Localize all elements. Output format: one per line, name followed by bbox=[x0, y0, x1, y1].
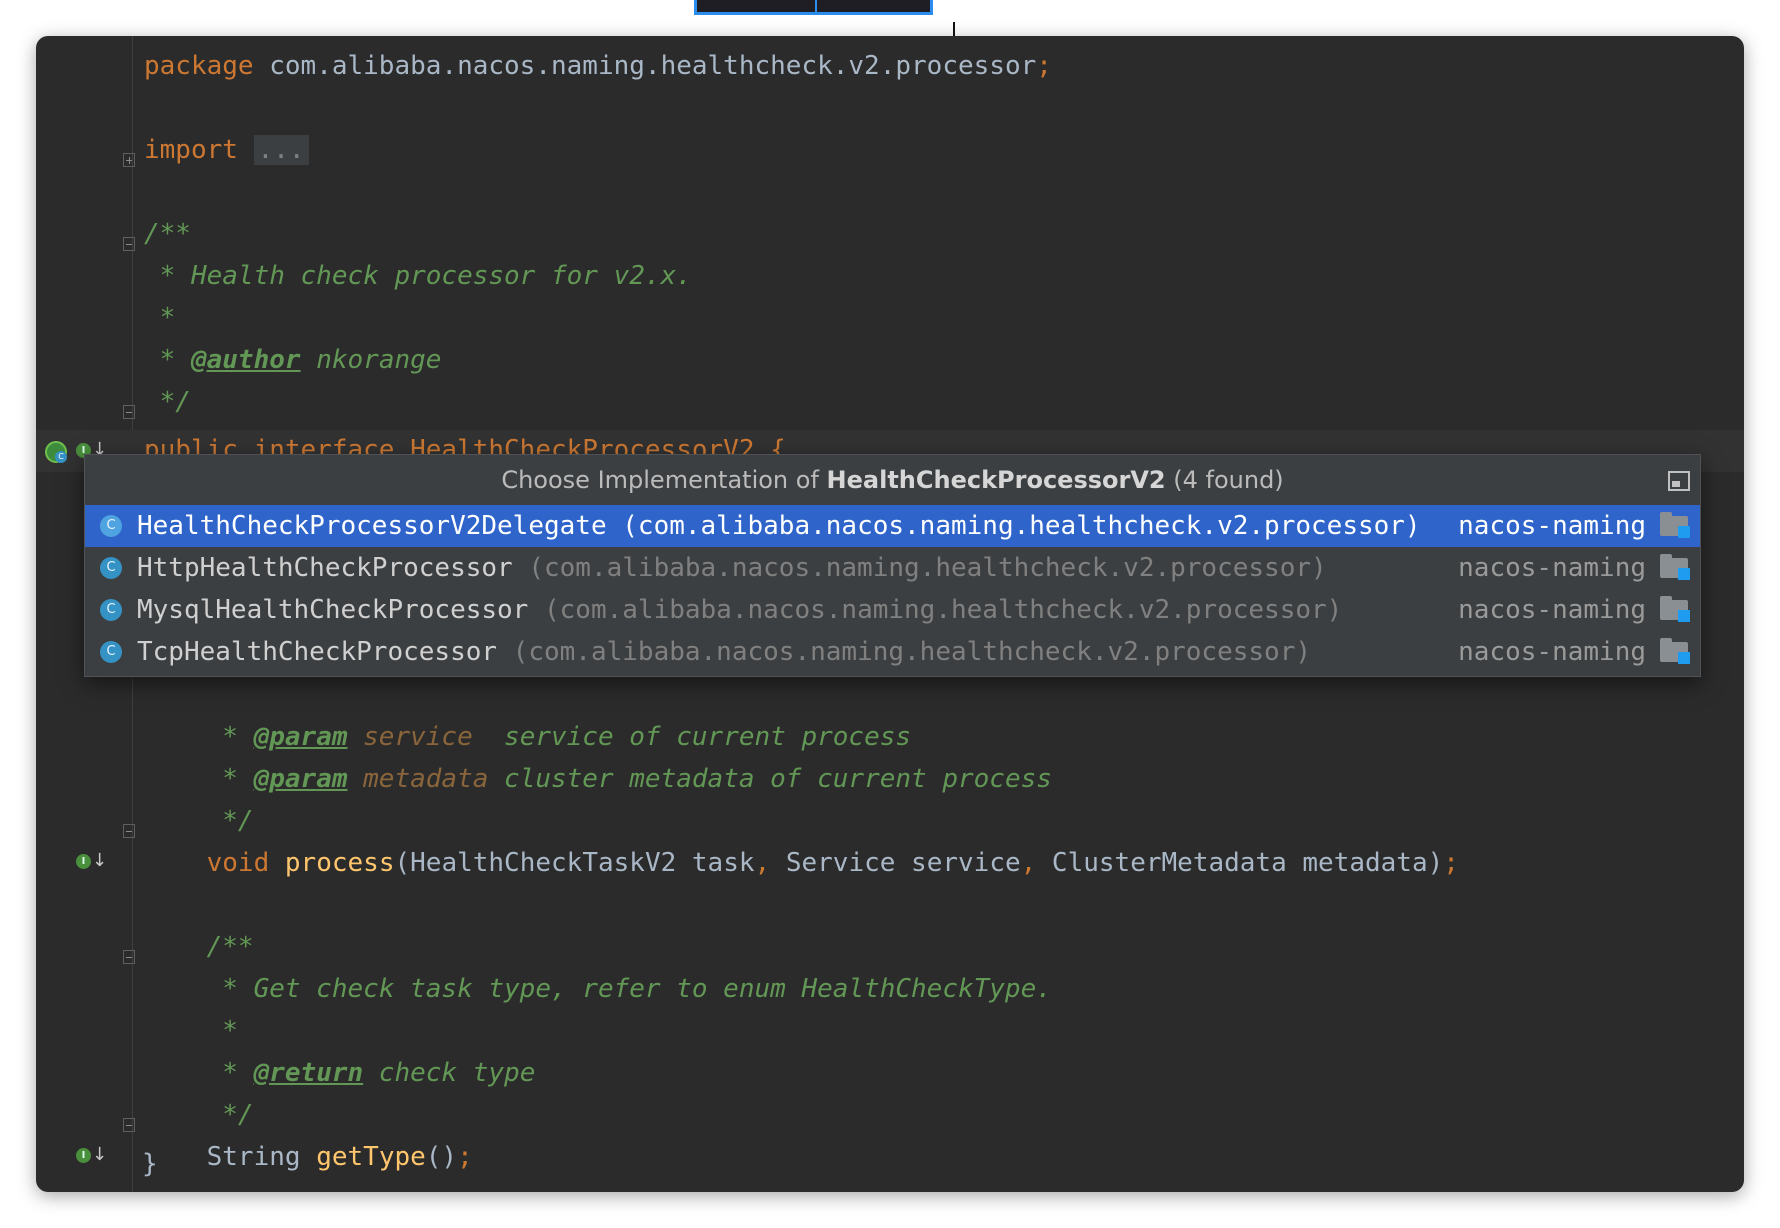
fold-collapse-icon[interactable] bbox=[123, 405, 135, 419]
implementation-name: HttpHealthCheckProcessor bbox=[137, 553, 513, 583]
return-desc: check type bbox=[363, 1058, 536, 1088]
return-tag: @return bbox=[253, 1058, 364, 1088]
import-fold-placeholder[interactable]: ... bbox=[253, 135, 309, 165]
param-name: service bbox=[347, 722, 473, 752]
process-arg3: ClusterMetadata metadata) bbox=[1036, 848, 1444, 878]
popup-title-name: HealthCheckProcessorV2 bbox=[826, 466, 1166, 494]
package-name: com.alibaba.nacos.naming.healthcheck.v2.… bbox=[253, 51, 1037, 81]
code-line-doc3-close[interactable]: */ bbox=[144, 1095, 253, 1135]
code-editor[interactable]: package com.alibaba.nacos.naming.healthc… bbox=[36, 36, 1744, 1192]
code-line-doc-star[interactable]: * bbox=[144, 298, 176, 338]
interface-badge-icon: C bbox=[55, 451, 67, 463]
class-icon: C bbox=[100, 599, 122, 621]
param-desc: service of current process bbox=[472, 722, 912, 752]
comma: , bbox=[754, 848, 771, 878]
code-line-import[interactable]: import ... bbox=[144, 130, 309, 170]
code-line-doc-open[interactable]: /** bbox=[144, 214, 191, 254]
implementation-package: (com.alibaba.nacos.naming.healthcheck.v2… bbox=[497, 637, 1312, 667]
code-line-doc3-desc[interactable]: * Get check task type, refer to enum Hea… bbox=[144, 969, 1052, 1009]
return-prefix: * bbox=[144, 1058, 254, 1088]
author-value: nkorange bbox=[300, 345, 442, 375]
param-prefix: * bbox=[144, 722, 254, 752]
parens: () bbox=[425, 1142, 458, 1172]
implementation-item[interactable]: C HttpHealthCheckProcessor (com.alibaba.… bbox=[85, 547, 1700, 589]
implemented-dot-icon: I bbox=[76, 1148, 91, 1163]
code-line-return[interactable]: * @return check type bbox=[144, 1053, 535, 1093]
code-line-doc3-star[interactable]: * bbox=[144, 1011, 238, 1051]
implementation-name-with-package: TcpHealthCheckProcessor (com.alibaba.nac… bbox=[137, 631, 1311, 673]
code-line-gettype[interactable]: String getType(); bbox=[144, 1137, 473, 1177]
module-folder-icon bbox=[1660, 596, 1690, 622]
param-tag: @param bbox=[253, 764, 348, 794]
comma: , bbox=[1020, 848, 1037, 878]
code-line-package[interactable]: package com.alibaba.nacos.naming.healthc… bbox=[144, 46, 1052, 86]
semicolon: ; bbox=[1443, 848, 1459, 878]
class-icon: C bbox=[100, 515, 122, 537]
implementation-item[interactable]: C TcpHealthCheckProcessor (com.alibaba.n… bbox=[85, 631, 1700, 673]
implementation-package: (com.alibaba.nacos.naming.healthcheck.v2… bbox=[512, 553, 1327, 583]
code-line-param-service[interactable]: * @param service service of current proc… bbox=[144, 717, 911, 757]
param-desc: cluster metadata of current process bbox=[488, 764, 1052, 794]
package-keyword: package bbox=[144, 51, 254, 81]
gettype-method-name: getType bbox=[300, 1142, 426, 1172]
module-name: nacos-naming bbox=[1458, 595, 1646, 625]
code-line-doc-desc[interactable]: * Health check processor for v2.x. bbox=[144, 256, 692, 296]
implementation-package: (com.alibaba.nacos.naming.healthcheck.v2… bbox=[528, 595, 1343, 625]
popup-header: Choose Implementation of HealthCheckProc… bbox=[85, 455, 1700, 505]
process-method-name: process bbox=[269, 848, 395, 878]
choose-implementation-popup[interactable]: Choose Implementation of HealthCheckProc… bbox=[84, 454, 1701, 677]
module-name: nacos-naming bbox=[1458, 511, 1646, 541]
implementation-name-with-package: HttpHealthCheckProcessor (com.alibaba.na… bbox=[137, 547, 1327, 589]
import-keyword: import bbox=[144, 135, 238, 165]
semicolon: ; bbox=[1036, 51, 1052, 81]
implementation-name: HealthCheckProcessorV2Delegate bbox=[137, 511, 607, 541]
process-arg1: (HealthCheckTaskV2 task bbox=[394, 848, 755, 878]
arrow-down-icon: ↓ bbox=[92, 1144, 108, 1165]
implementation-item[interactable]: C HealthCheckProcessorV2Delegate (com.al… bbox=[85, 505, 1700, 547]
fold-collapse-icon[interactable] bbox=[123, 824, 135, 838]
code-line-process[interactable]: void process(HealthCheckTaskV2 task, Ser… bbox=[144, 843, 1459, 883]
implemented-gutter-icon[interactable]: I ↓ bbox=[76, 850, 108, 874]
void-keyword: void bbox=[206, 848, 270, 878]
code-line-doc-close[interactable]: */ bbox=[144, 382, 191, 422]
class-icon: C bbox=[100, 641, 122, 663]
param-tag: @param bbox=[253, 722, 348, 752]
fold-collapse-icon[interactable] bbox=[123, 1118, 135, 1132]
fold-collapse-icon[interactable] bbox=[123, 950, 135, 964]
popup-title-prefix: Choose Implementation of bbox=[501, 466, 827, 494]
fold-collapse-icon[interactable] bbox=[123, 237, 135, 251]
implementation-package: (com.alibaba.nacos.naming.healthcheck.v2… bbox=[606, 511, 1421, 541]
author-tag: @author bbox=[190, 345, 301, 375]
module-folder-icon bbox=[1660, 512, 1690, 538]
param-prefix: * bbox=[144, 764, 254, 794]
implemented-dot-icon: I bbox=[76, 854, 91, 869]
class-icon: C bbox=[100, 557, 122, 579]
code-line-close-brace[interactable]: } bbox=[142, 1144, 158, 1184]
param-name: metadata bbox=[347, 764, 489, 794]
implementation-name: TcpHealthCheckProcessor bbox=[137, 637, 498, 667]
arrow-down-icon: ↓ bbox=[92, 850, 108, 871]
implementation-name: MysqlHealthCheckProcessor bbox=[137, 595, 529, 625]
module-folder-icon bbox=[1660, 554, 1690, 580]
semicolon: ; bbox=[457, 1142, 473, 1172]
code-line-param-metadata[interactable]: * @param metadata cluster metadata of cu… bbox=[144, 759, 1052, 799]
string-type: String bbox=[144, 1142, 301, 1172]
window-title-strip bbox=[694, 0, 933, 15]
code-line-doc-author[interactable]: * @author nkorange bbox=[144, 340, 442, 380]
implemented-gutter-icon[interactable]: I ↓ bbox=[76, 1144, 108, 1168]
module-name: nacos-naming bbox=[1458, 637, 1646, 667]
popup-title-count: (4 found) bbox=[1165, 466, 1284, 494]
implementation-name-with-package: MysqlHealthCheckProcessor (com.alibaba.n… bbox=[137, 589, 1342, 631]
fold-expand-icon[interactable] bbox=[123, 153, 135, 167]
code-line-doc3-open[interactable]: /** bbox=[144, 927, 254, 967]
process-arg2: Service service bbox=[770, 848, 1021, 878]
implementation-name-with-package: HealthCheckProcessorV2Delegate (com.alib… bbox=[137, 505, 1421, 547]
module-folder-icon bbox=[1660, 638, 1690, 664]
code-line-doc2-close[interactable]: */ bbox=[144, 801, 253, 841]
implementation-item[interactable]: C MysqlHealthCheckProcessor (com.alibaba… bbox=[85, 589, 1700, 631]
pin-window-icon[interactable] bbox=[1668, 471, 1690, 491]
module-name: nacos-naming bbox=[1458, 553, 1646, 583]
doc-author-prefix: * bbox=[144, 345, 191, 375]
